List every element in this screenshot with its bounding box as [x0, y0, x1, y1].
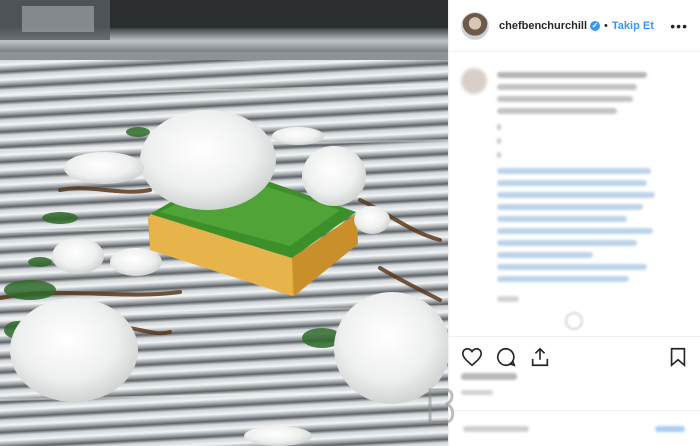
action-bar [449, 336, 700, 376]
add-comment-bar[interactable] [449, 410, 700, 446]
post-header: chefbenchurchill ✓ • Takip Et ••• [449, 0, 700, 52]
hashtag-blur [497, 264, 647, 270]
watermark-logo-icon [428, 388, 455, 424]
dish-photo-art [0, 0, 448, 446]
separator-dot: • [604, 19, 608, 32]
caption-blur [497, 108, 617, 114]
caption-avatar [461, 68, 487, 94]
more-options-button[interactable]: ••• [670, 18, 688, 34]
caption-blur [497, 96, 633, 102]
hashtag-blur [497, 240, 637, 246]
hashtag-blur [497, 168, 651, 174]
hashtag-blur [497, 276, 629, 282]
caption-blur [497, 138, 501, 144]
hashtag-blur [497, 216, 627, 222]
likes-count-blur [461, 373, 517, 380]
post-date-blur [461, 390, 493, 395]
hashtag-blur [497, 228, 653, 234]
load-more-icon[interactable] [565, 312, 583, 330]
heart-icon[interactable] [461, 346, 483, 368]
bookmark-icon[interactable] [667, 346, 689, 368]
hashtag-blur [497, 180, 647, 186]
caption-area [449, 52, 700, 334]
caption-blur [497, 152, 501, 158]
hashtag-blur [497, 192, 655, 198]
timestamp-blur [497, 296, 519, 302]
post-comment-button-blur[interactable] [655, 426, 685, 432]
username-link[interactable]: chefbenchurchill [499, 20, 587, 32]
comment-input-blur[interactable] [463, 426, 529, 432]
caption-blur [497, 124, 501, 130]
caption-blur [497, 84, 637, 90]
post-photo[interactable] [0, 0, 448, 446]
share-icon[interactable] [529, 346, 551, 368]
hashtag-blur [497, 252, 593, 258]
caption-blur [497, 72, 647, 78]
comment-icon[interactable] [495, 346, 517, 368]
follow-button[interactable]: Takip Et [612, 20, 654, 32]
post-side-panel: chefbenchurchill ✓ • Takip Et ••• [448, 0, 700, 446]
verified-badge-icon: ✓ [590, 20, 601, 31]
avatar[interactable] [461, 11, 489, 40]
hashtag-blur [497, 204, 643, 210]
